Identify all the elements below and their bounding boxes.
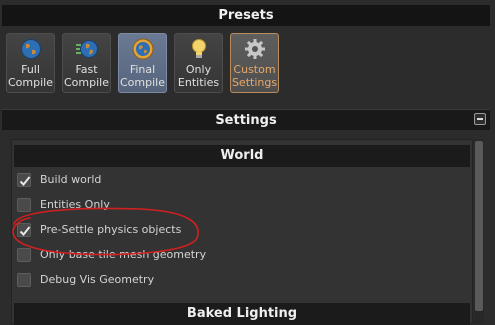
debug-vis-geometry-label: Debug Vis Geometry xyxy=(40,273,155,286)
custom-settings-button[interactable]: Custom Settings xyxy=(230,33,279,93)
build-world-label: Build world xyxy=(40,173,102,186)
world-section-label: World xyxy=(220,148,264,163)
pre-settle-physics-label: Pre-Settle physics objects xyxy=(40,223,182,236)
only-entities-line2: Entities xyxy=(177,76,220,89)
checkmark-icon xyxy=(19,176,31,186)
world-section-title[interactable]: World xyxy=(14,145,470,167)
gold-globe-icon xyxy=(132,38,153,60)
full-compile-line1: Full xyxy=(21,63,40,76)
globe-icon xyxy=(20,39,41,59)
fast-compile-button[interactable]: Fast Compile xyxy=(62,33,111,93)
debug-vis-geometry-checkbox[interactable] xyxy=(17,273,31,287)
final-compile-line2: Compile xyxy=(120,76,165,89)
full-compile-button[interactable]: Full Compile xyxy=(6,33,55,93)
pre-settle-physics-checkbox[interactable] xyxy=(17,223,31,237)
only-base-tile-mesh-label: Only base tile mesh geometry xyxy=(40,248,207,261)
lightbulb-icon xyxy=(191,39,206,58)
settings-header-label: Settings xyxy=(215,113,277,128)
fast-compile-line1: Fast xyxy=(75,63,98,76)
baked-lighting-section-title[interactable]: Baked Lighting xyxy=(14,303,470,325)
collapse-settings-button[interactable] xyxy=(474,113,486,125)
only-base-tile-mesh-checkbox[interactable] xyxy=(17,248,31,262)
fast-compile-line2: Compile xyxy=(64,76,109,89)
gear-icon xyxy=(244,39,265,59)
final-compile-line1: Final xyxy=(129,63,156,76)
custom-settings-line1: Custom xyxy=(233,63,276,76)
final-compile-button[interactable]: Final Compile xyxy=(118,33,167,93)
settings-header: Settings xyxy=(2,109,490,130)
only-entities-button[interactable]: Only Entities xyxy=(174,33,223,93)
only-entities-line1: Only xyxy=(185,63,212,76)
checkmark-icon xyxy=(19,226,31,236)
settings-scrollbar[interactable] xyxy=(474,139,484,324)
scrollbar-thumb[interactable] xyxy=(475,141,483,311)
fast-globe-icon xyxy=(75,40,98,58)
custom-settings-line2: Settings xyxy=(231,76,278,89)
presets-header-label: Presets xyxy=(218,8,274,23)
baked-lighting-section-label: Baked Lighting xyxy=(186,306,298,321)
entities-only-label: Entities Only xyxy=(40,198,110,211)
presets-header: Presets xyxy=(2,5,490,26)
full-compile-line2: Compile xyxy=(8,76,53,89)
settings-panel: World Build world Entities Only Pre-Sett… xyxy=(11,139,473,325)
entities-only-checkbox[interactable] xyxy=(17,198,31,212)
build-world-checkbox[interactable] xyxy=(17,173,31,187)
